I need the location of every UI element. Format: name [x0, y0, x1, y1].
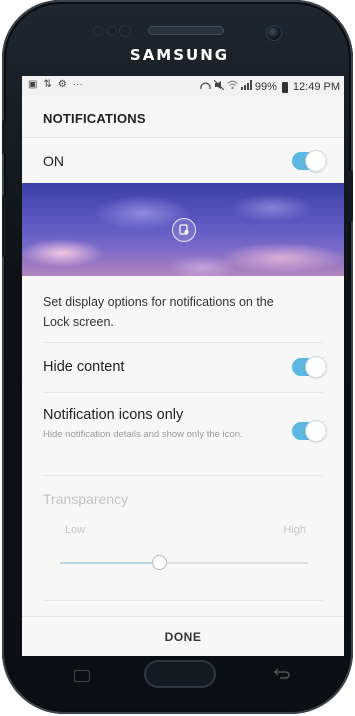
description-text: Set display options for notifications on…	[43, 295, 274, 329]
lock-screen-icon	[172, 218, 196, 242]
battery-icon	[281, 81, 288, 93]
home-button[interactable]	[144, 660, 216, 688]
mute-icon	[213, 79, 225, 94]
sync-icon: ⇅	[43, 79, 52, 90]
back-key[interactable]	[273, 667, 290, 683]
clock: 12:49 PM	[292, 81, 340, 93]
battery-percent: 99%	[254, 81, 277, 93]
transparency-high-label: High	[283, 524, 306, 536]
icons-only-label: Notification icons only	[43, 407, 184, 423]
icons-only-row[interactable]: Notification icons only Hide notificatio…	[22, 393, 344, 475]
gallery-notification-icon: ▣	[28, 79, 38, 90]
light-sensor	[108, 27, 116, 35]
wifi-icon	[227, 80, 238, 94]
power-button[interactable]	[349, 170, 353, 222]
settings-notification-icon: ⚙	[57, 79, 67, 90]
header: NOTIFICATIONS	[22, 96, 344, 138]
front-camera	[267, 26, 281, 40]
iris-sensor	[120, 26, 130, 36]
more-icon: ···	[72, 79, 83, 90]
proximity-sensor	[94, 27, 102, 35]
headset-icon	[200, 80, 211, 94]
done-button[interactable]: DONE	[22, 630, 344, 644]
master-switch-toggle[interactable]	[292, 151, 326, 171]
earpiece-speaker	[148, 26, 224, 35]
recent-apps-key[interactable]	[74, 670, 90, 682]
transparency-slider[interactable]	[60, 555, 308, 570]
master-switch-label: ON	[43, 153, 64, 169]
divider	[43, 475, 323, 476]
slider-fill	[60, 562, 160, 564]
brand-logo: SAMSUNG	[129, 46, 230, 64]
volume-down-button[interactable]	[2, 195, 6, 257]
transparency-label: Transparency	[43, 491, 129, 507]
phone-frame: SAMSUNG ▣ ⇅ ⚙ ··· 99% 12:49 PM NOTIFICAT…	[2, 0, 353, 714]
screen: ▣ ⇅ ⚙ ··· 99% 12:49 PM NOTIFICATIONS ON …	[22, 76, 344, 656]
icons-only-sublabel: Hide notification details and show only …	[43, 429, 243, 440]
hide-content-toggle[interactable]	[292, 357, 326, 377]
footer-bar: DONE	[22, 616, 344, 656]
transparency-low-label: Low	[65, 524, 86, 536]
volume-up-button[interactable]	[2, 120, 6, 154]
signal-icon	[240, 80, 252, 94]
lock-screen-preview	[22, 183, 344, 276]
toggle-knob	[306, 421, 326, 441]
toggle-knob	[306, 151, 326, 171]
page-title: NOTIFICATIONS	[43, 111, 146, 126]
icons-only-toggle[interactable]	[292, 421, 326, 441]
divider	[43, 600, 323, 601]
slider-thumb[interactable]	[152, 555, 168, 570]
toggle-knob	[306, 357, 326, 377]
master-switch-row[interactable]: ON	[22, 139, 344, 183]
status-bar: ▣ ⇅ ⚙ ··· 99% 12:49 PM	[22, 76, 344, 96]
hide-content-row[interactable]: Hide content	[22, 343, 344, 391]
settings-content: Set display options for notifications on…	[22, 276, 344, 616]
hide-content-label: Hide content	[43, 359, 125, 375]
